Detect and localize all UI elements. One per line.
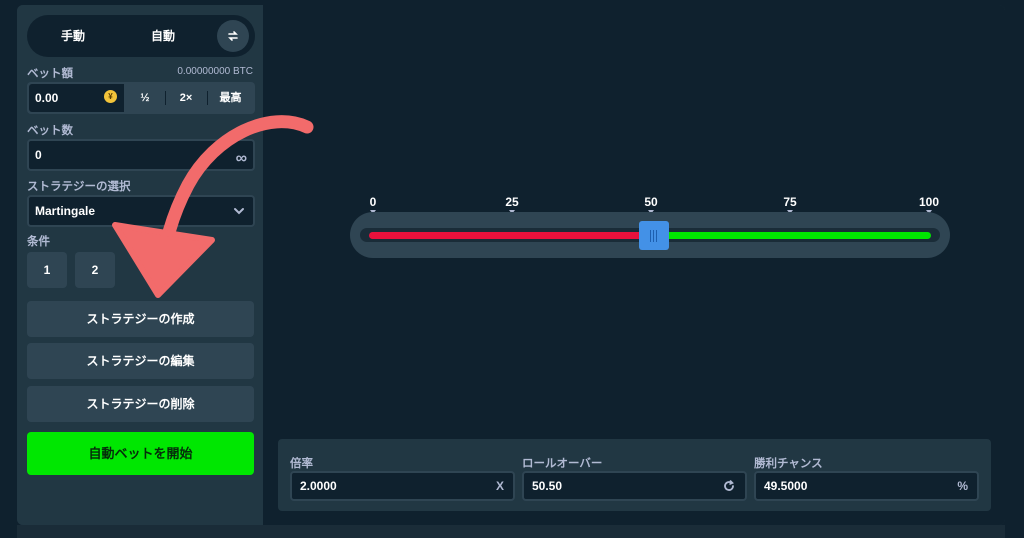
multiplier-label: 倍率 (290, 458, 313, 470)
bottom-strip (17, 525, 1005, 538)
tick-label: 100 (918, 195, 940, 209)
edit-strategy-button[interactable]: ストラテジーの編集 (27, 343, 254, 379)
tick-label: 0 (369, 195, 377, 209)
mode-toggle: 手動 自動 (27, 15, 255, 57)
chevron-down-icon (234, 208, 244, 215)
win-chance-value: 49.5000 (764, 479, 808, 493)
bet-amount-value: 0.00 (35, 91, 59, 105)
start-autobet-button[interactable]: 自動ベットを開始 (27, 432, 254, 475)
delete-strategy-button[interactable]: ストラテジーの削除 (27, 386, 254, 422)
yen-coin-icon: ¥ (104, 90, 117, 103)
half-bet-button[interactable]: ½ (126, 84, 164, 112)
condition-button-2[interactable]: 2 (75, 252, 115, 288)
strategy-select[interactable]: Martingale (27, 195, 255, 227)
manual-mode-button[interactable]: 手動 (33, 19, 113, 53)
btc-amount-readout: 0.00000000 BTC (177, 66, 253, 77)
max-bet-button[interactable]: 最高 (208, 84, 253, 112)
auto-mode-button[interactable]: 自動 (123, 19, 203, 53)
game-area: 0 25 50 75 100 倍率 2.0000 X ロールオーバー 50.50 (263, 5, 1005, 525)
strategy-selected-value: Martingale (35, 204, 96, 218)
multiplier-input[interactable]: 2.0000 X (290, 471, 515, 501)
game-frame: 手動 自動 ベット額 0.00000000 BTC 0.00 ¥ ½ 2× 最高… (17, 5, 1005, 525)
win-range-bar (653, 232, 931, 239)
create-strategy-button[interactable]: ストラテジーの作成 (27, 301, 254, 337)
rollover-value: 50.50 (532, 479, 563, 493)
grip-icon (650, 229, 658, 242)
swap-mode-button[interactable] (217, 20, 249, 52)
multiplier-value: 2.0000 (300, 479, 337, 493)
swap-arrows-icon (228, 31, 238, 41)
infinity-icon: ∞ (235, 150, 247, 167)
bet-count-input[interactable]: 0 ∞ (27, 139, 255, 171)
slider-handle[interactable] (638, 221, 669, 250)
tick-label: 75 (783, 195, 797, 209)
bet-amount-row: 0.00 ¥ ½ 2× 最高 (27, 82, 255, 114)
rollover-input[interactable]: 50.50 (522, 471, 747, 501)
strategy-label: ストラテジーの選択 (27, 181, 131, 193)
percent-icon: % (957, 479, 968, 493)
bet-sidebar: 手動 自動 ベット額 0.00000000 BTC 0.00 ¥ ½ 2× 最高… (17, 5, 263, 525)
tick-label: 25 (505, 195, 519, 209)
win-chance-label: 勝利チャンス (754, 458, 823, 470)
stats-panel: 倍率 2.0000 X ロールオーバー 50.50 勝利チャンス 49.5000… (278, 439, 991, 511)
tick-label: 50 (644, 195, 658, 209)
bet-count-label: ベット数 (27, 125, 73, 137)
win-chance-input[interactable]: 49.5000 % (754, 471, 979, 501)
condition-button-1[interactable]: 1 (27, 252, 67, 288)
refresh-icon[interactable] (722, 479, 736, 493)
double-bet-button[interactable]: 2× (166, 84, 206, 112)
rollover-label: ロールオーバー (522, 458, 603, 470)
bet-amount-label: ベット額 (27, 68, 73, 80)
multiplier-x-icon: X (495, 479, 504, 493)
bet-count-value: 0 (35, 148, 42, 162)
conditions-label: 条件 (27, 236, 50, 248)
lose-range-bar (369, 232, 654, 239)
